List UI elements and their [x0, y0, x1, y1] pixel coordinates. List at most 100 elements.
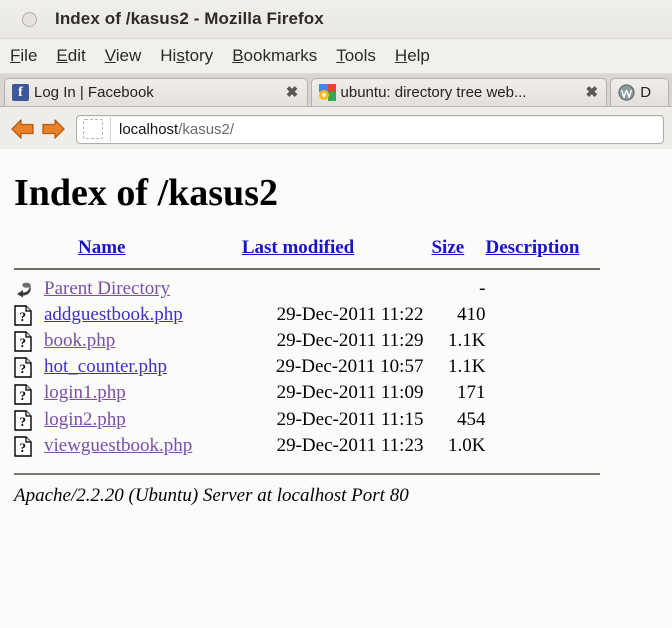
- row-name-cell: login1.php: [44, 380, 242, 406]
- menu-item-bookmarks[interactable]: Bookmarks: [232, 46, 317, 66]
- svg-text:?: ?: [20, 388, 27, 403]
- header-icon-spacer: [14, 237, 44, 264]
- file-link[interactable]: login1.php: [44, 382, 126, 403]
- row-name-cell: login2.php: [44, 407, 242, 433]
- header-name: Name: [44, 237, 242, 264]
- menu-item-history[interactable]: History: [160, 46, 213, 66]
- sort-by-description-link[interactable]: Description: [485, 237, 579, 258]
- menu-item-tools[interactable]: Tools: [336, 46, 376, 66]
- svg-text:?: ?: [20, 440, 27, 455]
- table-row-parent-directory[interactable]: Parent Directory -: [14, 276, 600, 302]
- navigation-toolbar: localhost/kasus2/: [0, 107, 672, 152]
- table-row[interactable]: ? addguestbook.php 29-Dec-2011 11:22 410: [14, 302, 600, 328]
- tab-ubuntu-directory-tree[interactable]: ubuntu: directory tree web... ✖: [310, 78, 608, 106]
- window-menu-dot-icon[interactable]: [22, 11, 37, 27]
- tab-facebook[interactable]: f Log In | Facebook ✖: [4, 78, 308, 106]
- row-name-cell: addguestbook.php: [44, 302, 242, 328]
- url-input[interactable]: localhost/kasus2/: [111, 121, 234, 138]
- browser-window: Index of /kasus2 - Mozilla Firefox File …: [0, 0, 672, 628]
- row-size-cell: 1.1K: [447, 330, 486, 352]
- row-icon-cell: ?: [14, 302, 44, 328]
- row-date-cell: 29-Dec-2011 11:23: [276, 434, 424, 456]
- sort-by-size-link[interactable]: Size: [431, 237, 464, 258]
- menu-item-view[interactable]: View: [105, 46, 142, 66]
- row-icon-cell: ?: [14, 380, 44, 406]
- unknown-file-icon: ?: [14, 331, 32, 352]
- row-description-cell: [485, 302, 600, 328]
- back-arrow-icon[interactable]: [8, 116, 38, 142]
- table-row[interactable]: ? viewguestbook.php 29-Dec-2011 11:23 1.…: [14, 433, 600, 459]
- table-row[interactable]: ? login2.php 29-Dec-2011 11:15 454: [14, 407, 600, 433]
- url-bar[interactable]: localhost/kasus2/: [76, 114, 664, 144]
- unknown-file-icon: ?: [14, 357, 32, 379]
- row-name-cell: viewguestbook.php: [44, 433, 242, 459]
- file-link[interactable]: login2.php: [44, 409, 126, 430]
- close-icon[interactable]: ✖: [285, 85, 300, 100]
- row-date-cell: 29-Dec-2011 11:29: [276, 330, 424, 352]
- menu-item-help[interactable]: Help: [395, 46, 430, 66]
- row-date-cell: 29-Dec-2011 11:22: [276, 304, 424, 326]
- row-description-cell: [485, 354, 600, 380]
- svg-text:?: ?: [20, 361, 27, 376]
- menu-item-edit[interactable]: Edit: [56, 46, 85, 66]
- unknown-file-icon: ?: [14, 383, 32, 405]
- file-link[interactable]: addguestbook.php: [44, 304, 183, 325]
- url-path: /kasus2/: [178, 120, 235, 138]
- row-size-cell: -: [479, 278, 486, 299]
- row-name-cell: Parent Directory: [44, 276, 242, 302]
- tab-label: D: [640, 84, 652, 101]
- header-description: Description: [485, 237, 600, 264]
- page-title: Index of /kasus2: [14, 172, 278, 214]
- row-date-cell: 29-Dec-2011 11:15: [276, 408, 424, 430]
- footer-divider: [14, 472, 600, 475]
- row-icon-cell: ?: [14, 433, 44, 459]
- google-icon: [318, 84, 336, 101]
- menu-item-file[interactable]: File: [10, 46, 37, 66]
- file-link[interactable]: book.php: [44, 330, 115, 351]
- table-row[interactable]: ? hot_counter.php 29-Dec-2011 10:57 1.1K: [14, 354, 600, 380]
- svg-text:?: ?: [20, 414, 27, 429]
- tab-wordpress[interactable]: D: [610, 78, 669, 106]
- header-size: Size: [431, 237, 485, 264]
- server-signature: Apache/2.2.20 (Ubuntu) Server at localho…: [14, 484, 409, 506]
- sort-by-date-link[interactable]: Last modified: [242, 237, 354, 258]
- row-description-cell: [485, 433, 600, 459]
- parent-directory-link[interactable]: Parent Directory: [44, 278, 170, 299]
- sort-by-name-link[interactable]: Name: [78, 237, 125, 258]
- unknown-file-icon: ?: [14, 305, 32, 326]
- row-size-cell: 454: [456, 408, 486, 430]
- row-name-cell: hot_counter.php: [44, 354, 242, 380]
- file-link[interactable]: viewguestbook.php: [44, 435, 192, 456]
- unknown-file-icon: ?: [14, 410, 32, 431]
- file-link[interactable]: hot_counter.php: [44, 356, 167, 377]
- row-icon-cell: ?: [14, 354, 44, 380]
- tab-bar: f Log In | Facebook ✖ ubuntu: directory …: [0, 74, 672, 107]
- header-rule-row: [14, 264, 600, 276]
- svg-text:?: ?: [20, 335, 27, 350]
- url-host: localhost: [119, 120, 179, 138]
- header-rule-cell: [14, 264, 600, 276]
- menu-bar: File Edit View History Bookmarks Tools H…: [0, 39, 672, 74]
- forward-arrow-icon[interactable]: [38, 116, 68, 142]
- row-icon-cell: [14, 276, 44, 302]
- row-description-cell: [485, 276, 600, 302]
- page-content: Index of /kasus2 Name Last modified Size…: [0, 149, 672, 628]
- tab-label: ubuntu: directory tree web...: [340, 84, 527, 101]
- wordpress-icon: [618, 84, 635, 101]
- site-identity-icon[interactable]: [83, 119, 103, 139]
- svg-text:?: ?: [20, 309, 27, 324]
- title-bar: Index of /kasus2 - Mozilla Firefox: [0, 0, 672, 39]
- row-description-cell: [485, 407, 600, 433]
- row-icon-cell: ?: [14, 328, 44, 354]
- row-size-cell: 1.0K: [447, 434, 486, 456]
- header-divider: [14, 268, 600, 270]
- window-title: Index of /kasus2 - Mozilla Firefox: [55, 9, 324, 28]
- tab-label: Log In | Facebook: [34, 84, 154, 101]
- row-size-cell: 1.1K: [447, 356, 486, 378]
- facebook-icon: f: [12, 84, 29, 101]
- table-row[interactable]: ? login1.php 29-Dec-2011 11:09 171: [14, 380, 600, 406]
- close-icon[interactable]: ✖: [584, 85, 599, 100]
- row-size-cell: 410: [456, 304, 486, 326]
- table-header-row: Name Last modified Size Description: [14, 237, 600, 264]
- table-row[interactable]: ? book.php 29-Dec-2011 11:29 1.1K: [14, 328, 600, 354]
